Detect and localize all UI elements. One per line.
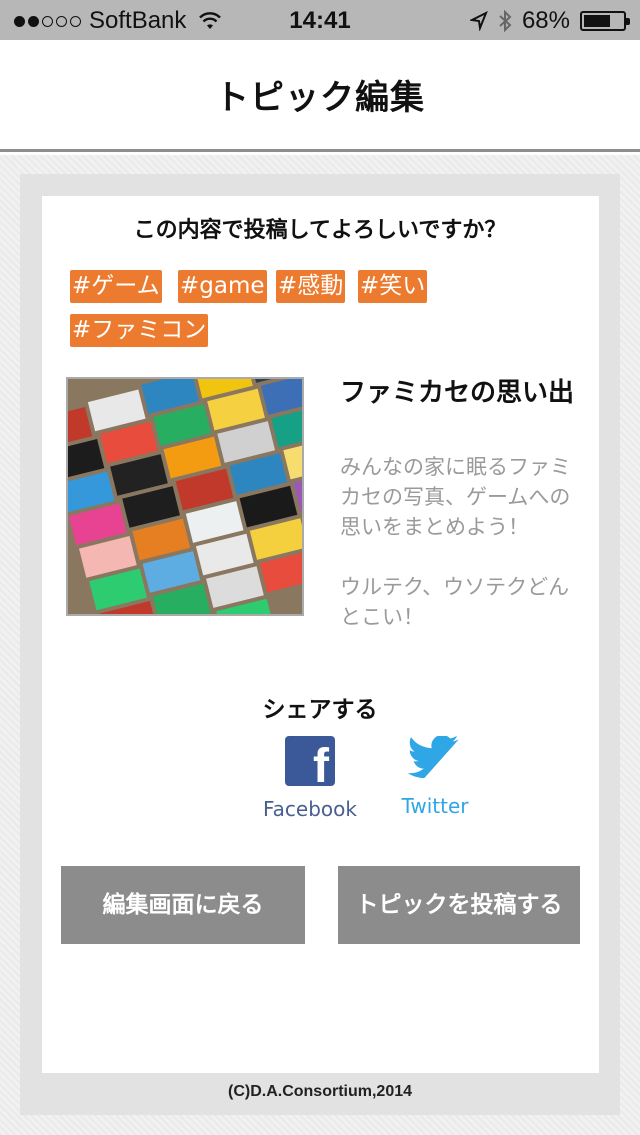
topic-title: ファミカセの思い出 [340,378,575,408]
famicom-cartridges-image [68,379,302,614]
page-title: トピック編集 [215,78,425,118]
tag-kandou[interactable]: #感動 [276,270,346,303]
bluetooth-icon [499,10,512,32]
tag-game[interactable]: #game [178,270,267,303]
post-topic-button[interactable]: トピックを投稿する [338,866,580,944]
facebook-share-button[interactable]: f Facebook [255,736,365,821]
location-arrow-icon [469,11,488,31]
battery-level [584,15,610,27]
copyright-footer: (C)D.A.Consortium,2014 [227,1083,413,1100]
topic-thumbnail [66,377,304,616]
status-right: 68% [469,7,630,35]
topic-description: みんなの家に眠るファミカセの写真、ゲームへの思いをまとめよう！ ウルテク、ウソテ… [340,455,571,629]
status-bar: SoftBank 14:41 68% [0,0,640,40]
twitter-label: Twitter [401,794,469,818]
tag-warai[interactable]: #笑い [358,270,428,303]
nav-bar: トピック編集 [0,40,640,152]
twitter-icon [408,736,459,779]
facebook-icon: f [285,736,335,786]
share-label: シェアする [262,697,378,723]
back-to-edit-button[interactable]: 編集画面に戻る [61,866,305,944]
battery-icon [580,11,630,31]
twitter-share-button[interactable]: Twitter [390,736,480,818]
battery-percent: 68% [521,7,570,34]
facebook-label: Facebook [263,797,357,821]
tag-famicom[interactable]: #ファミコン [70,314,209,347]
tag-game-jp[interactable]: #ゲーム [70,270,162,303]
confirm-question: この内容で投稿してよろしいですか？ [133,218,507,243]
